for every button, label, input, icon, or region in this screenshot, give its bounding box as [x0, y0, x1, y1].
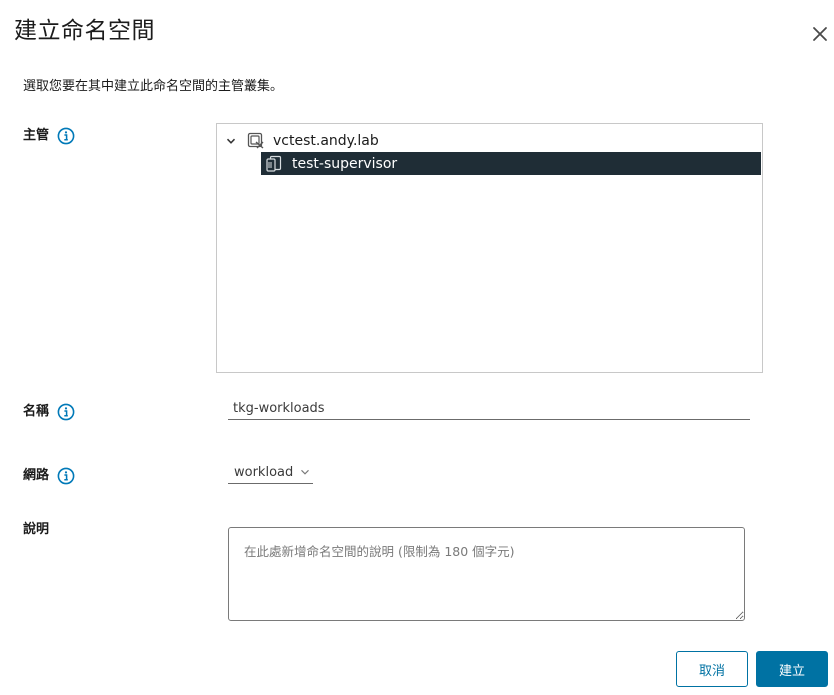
- description-label: 說明: [23, 522, 50, 537]
- tree-node-label: test-supervisor: [292, 155, 398, 172]
- info-icon[interactable]: [57, 403, 75, 421]
- create-button[interactable]: 建立: [756, 651, 828, 687]
- info-icon[interactable]: [57, 127, 75, 145]
- info-icon[interactable]: [57, 467, 75, 485]
- supervisor-label: 主管: [23, 128, 50, 143]
- vcenter-icon: [247, 132, 264, 149]
- chevron-down-icon[interactable]: [225, 135, 237, 147]
- dialog-title: 建立命名空間: [14, 18, 155, 44]
- network-label: 網路: [23, 468, 50, 483]
- cancel-button[interactable]: 取消: [676, 651, 748, 687]
- create-namespace-dialog: 建立命名空間 選取您要在其中建立此命名空間的主管叢集。 主管 vctest.an…: [0, 0, 834, 695]
- name-input[interactable]: [228, 398, 750, 420]
- chevron-down-icon: [301, 469, 310, 475]
- tree-node-label: vctest.andy.lab: [273, 132, 379, 149]
- network-select[interactable]: workload: [228, 461, 313, 484]
- tree-node-supervisor[interactable]: test-supervisor: [261, 152, 761, 175]
- network-select-value: workload: [234, 464, 294, 480]
- name-label: 名稱: [23, 404, 50, 419]
- supervisor-tree: vctest.andy.lab test-supervisor: [216, 123, 763, 373]
- dialog-description: 選取您要在其中建立此命名空間的主管叢集。: [23, 79, 284, 94]
- tree-node-vcenter[interactable]: vctest.andy.lab: [225, 129, 379, 152]
- close-icon[interactable]: [808, 22, 832, 46]
- description-textarea[interactable]: [228, 527, 745, 621]
- cluster-icon: [266, 155, 282, 172]
